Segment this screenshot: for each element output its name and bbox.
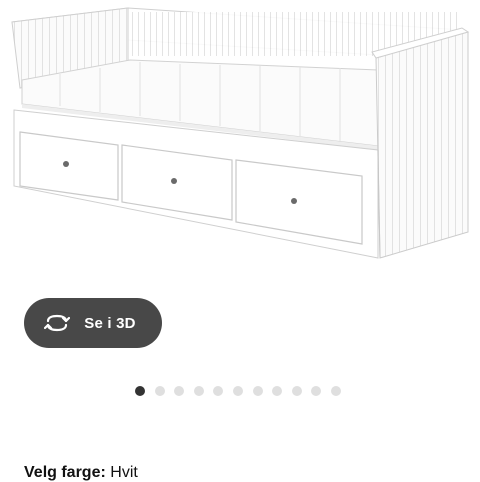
view-3d-label: Se i 3D [84, 314, 136, 332]
color-label: Velg farge: [24, 464, 106, 481]
color-selector[interactable]: Velg farge: Hvit [24, 464, 138, 482]
view-3d-button[interactable]: Se i 3D [24, 298, 162, 348]
carousel-dot[interactable] [135, 386, 145, 396]
carousel-dot[interactable] [272, 386, 283, 396]
carousel-dot[interactable] [193, 386, 204, 396]
product-image[interactable] [0, 0, 480, 270]
carousel-dot[interactable] [311, 386, 322, 396]
carousel-dot[interactable] [330, 386, 341, 396]
rotate-3d-icon [44, 313, 71, 333]
carousel-dot[interactable] [174, 386, 185, 396]
carousel-dot[interactable] [213, 386, 224, 396]
carousel-dot[interactable] [232, 386, 243, 396]
carousel-dot[interactable] [291, 386, 302, 396]
carousel-dot[interactable] [252, 386, 263, 396]
carousel-dots [135, 386, 341, 396]
color-value: Hvit [110, 464, 138, 481]
carousel-dot[interactable] [154, 386, 165, 396]
daybed-illustration [11, 7, 470, 259]
